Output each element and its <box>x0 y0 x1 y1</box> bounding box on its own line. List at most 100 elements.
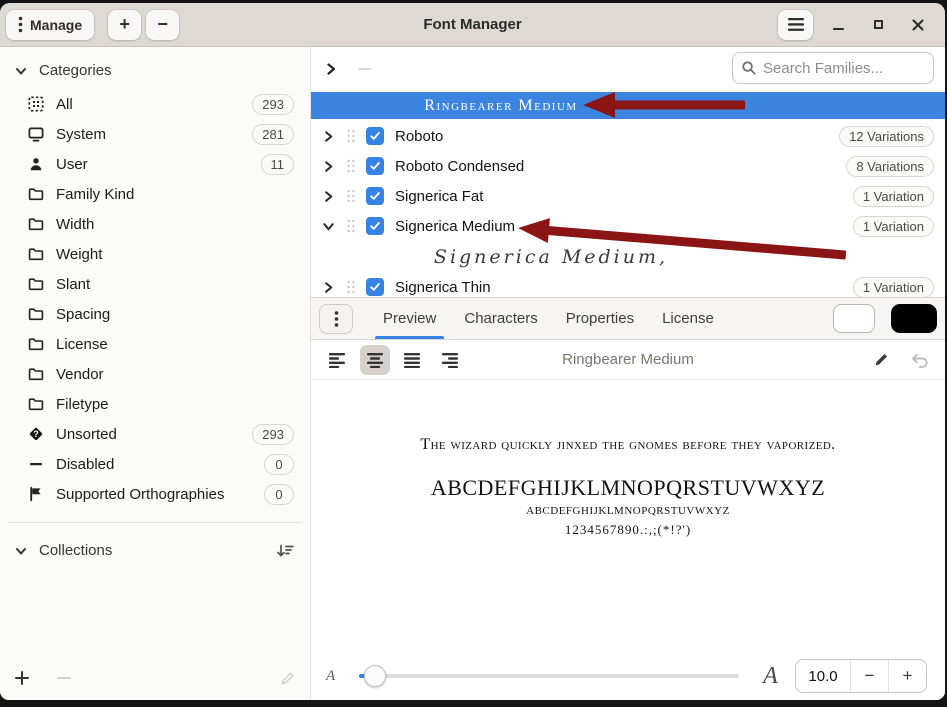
drag-handle-icon[interactable] <box>346 128 356 144</box>
folder-icon <box>28 366 45 382</box>
slider-handle[interactable] <box>364 665 386 687</box>
font-family-list: Ringbearer Medium Roboto 12 Variations <box>311 47 945 297</box>
sidebar-item-supported-orthographies[interactable]: Supported Orthographies 0 <box>0 479 310 509</box>
add-fonts-button[interactable]: + <box>108 10 141 40</box>
variation-preview-row[interactable]: Signerica Medium, <box>311 241 791 272</box>
main-menu-button[interactable] <box>778 10 813 40</box>
family-row-signerica-fat[interactable]: Signerica Fat 1 Variation <box>311 181 945 211</box>
family-checkbox[interactable] <box>366 127 384 145</box>
remove-collection-button[interactable] <box>56 670 72 686</box>
chevron-right-icon[interactable] <box>322 190 337 203</box>
color-swatches <box>833 304 937 333</box>
font-size-value[interactable]: 10.0 <box>796 660 850 692</box>
sidebar-item-slant[interactable]: Slant <box>0 269 310 299</box>
family-checkbox[interactable] <box>366 278 384 296</box>
close-icon <box>912 19 924 31</box>
font-preview-content: The wizard quickly jinxed the gnomes bef… <box>311 380 945 652</box>
drag-handle-icon[interactable] <box>346 218 356 234</box>
sidebar-item-spacing[interactable]: Spacing <box>0 299 310 329</box>
sidebar-item-vendor[interactable]: Vendor <box>0 359 310 389</box>
align-right-button[interactable] <box>434 345 464 375</box>
preview-tabbar: Preview Characters Properties License <box>311 298 945 340</box>
tab-preview[interactable]: Preview <box>369 298 450 339</box>
slider-track[interactable] <box>359 674 739 678</box>
sort-icon[interactable] <box>276 543 294 559</box>
selected-family-preview-row[interactable]: Ringbearer Medium <box>311 92 945 119</box>
question-diamond-icon: ? <box>28 426 45 442</box>
foreground-color-swatch[interactable] <box>833 304 875 333</box>
tab-properties[interactable]: Properties <box>552 298 648 339</box>
alignment-buttons <box>323 345 464 375</box>
sidebar-item-label: All <box>56 96 73 113</box>
sidebar-item-user[interactable]: User 11 <box>0 149 310 179</box>
search-families-input[interactable] <box>763 60 923 77</box>
sidebar-item-label: License <box>56 336 108 353</box>
tab-characters[interactable]: Characters <box>450 298 551 339</box>
align-left-button[interactable] <box>323 345 353 375</box>
chevron-right-icon[interactable] <box>322 281 337 294</box>
search-families-box[interactable] <box>732 52 934 84</box>
font-size-slider[interactable] <box>359 665 739 687</box>
collections-header[interactable]: Collections <box>0 523 310 559</box>
align-justify-button[interactable] <box>397 345 427 375</box>
sidebar-item-label: Filetype <box>56 396 109 413</box>
remove-family-button[interactable] <box>358 68 372 70</box>
family-row-roboto-condensed[interactable]: Roboto Condensed 8 Variations <box>311 151 945 181</box>
sidebar-item-filetype[interactable]: Filetype <box>0 389 310 419</box>
add-collection-button[interactable] <box>14 670 30 686</box>
sidebar-item-family-kind[interactable]: Family Kind <box>0 179 310 209</box>
minimize-icon <box>833 28 844 30</box>
drag-handle-icon[interactable] <box>346 158 356 174</box>
sidebar-item-disabled[interactable]: Disabled 0 <box>0 449 310 479</box>
search-icon <box>741 60 757 76</box>
sidebar-item-unsorted[interactable]: ? Unsorted 293 <box>0 419 310 449</box>
sidebar-item-label: User <box>56 156 88 173</box>
folder-icon <box>28 306 45 322</box>
sidebar-item-label: Disabled <box>56 456 114 473</box>
rename-collection-button[interactable] <box>280 670 296 686</box>
panel-menu-button[interactable] <box>319 304 353 334</box>
chevron-right-icon[interactable] <box>322 130 337 143</box>
decrease-size-button[interactable]: − <box>850 660 888 692</box>
minus-icon <box>28 456 45 472</box>
categories-header[interactable]: Categories <box>0 47 310 89</box>
chevron-down-icon[interactable] <box>322 220 337 233</box>
preview-panel: Preview Characters Properties License <box>311 297 945 700</box>
sidebar-item-label: Supported Orthographies <box>56 486 224 503</box>
folder-icon <box>28 246 45 262</box>
sidebar-item-system[interactable]: System 281 <box>0 119 310 149</box>
family-checkbox[interactable] <box>366 187 384 205</box>
sidebar-item-license[interactable]: License <box>0 329 310 359</box>
sidebar-item-width[interactable]: Width <box>0 209 310 239</box>
person-icon <box>28 156 45 172</box>
chevron-right-icon[interactable] <box>322 160 337 173</box>
increase-size-button[interactable]: + <box>888 660 926 692</box>
sidebar-item-label: Slant <box>56 276 90 293</box>
family-row-roboto[interactable]: Roboto 12 Variations <box>311 121 945 151</box>
edit-preview-text-button[interactable] <box>873 351 890 368</box>
undo-icon[interactable] <box>910 352 929 368</box>
remove-fonts-button[interactable]: − <box>146 10 179 40</box>
tab-license[interactable]: License <box>648 298 728 339</box>
family-row-signerica-medium[interactable]: Signerica Medium 1 Variation <box>311 211 945 241</box>
family-name: Signerica Fat <box>395 188 483 205</box>
close-button[interactable] <box>903 10 933 40</box>
minimize-button[interactable] <box>823 10 853 40</box>
sidebar-item-label: System <box>56 126 106 143</box>
sidebar-item-label: Spacing <box>56 306 110 323</box>
sidebar-item-all[interactable]: All 293 <box>0 89 310 119</box>
align-center-button[interactable] <box>360 345 390 375</box>
variations-badge: 8 Variations <box>846 156 934 177</box>
family-row-signerica-thin[interactable]: Signerica Thin 1 Variation <box>311 272 945 297</box>
drag-handle-icon[interactable] <box>346 279 356 295</box>
background-color-swatch[interactable] <box>891 304 937 333</box>
drag-handle-icon[interactable] <box>346 188 356 204</box>
expand-all-button[interactable] <box>324 62 338 76</box>
variations-badge: 1 Variation <box>853 277 934 298</box>
maximize-button[interactable] <box>863 10 893 40</box>
manage-button[interactable]: Manage <box>6 10 94 40</box>
sidebar-item-weight[interactable]: Weight <box>0 239 310 269</box>
family-checkbox[interactable] <box>366 217 384 235</box>
sidebar-item-label: Unsorted <box>56 426 117 443</box>
family-checkbox[interactable] <box>366 157 384 175</box>
